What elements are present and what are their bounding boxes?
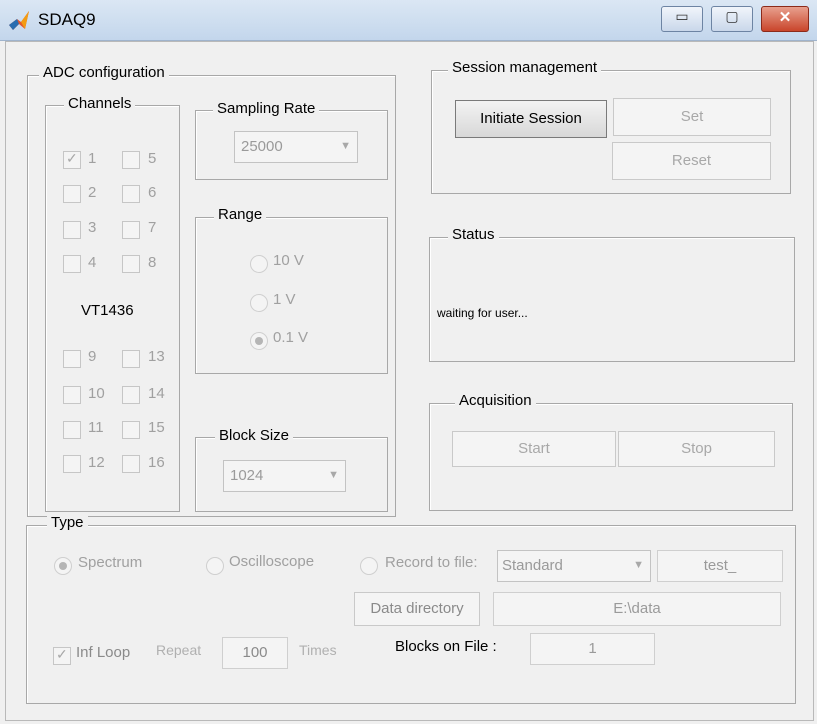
channel-8-checkbox[interactable] bbox=[122, 255, 140, 273]
range-1v-label: 1 V bbox=[273, 291, 296, 308]
maximize-button[interactable]: ▢ bbox=[711, 6, 753, 32]
maximize-icon: ▢ bbox=[725, 8, 739, 24]
blocks-on-file-input[interactable]: 1 bbox=[530, 633, 655, 665]
status-legend: Status bbox=[448, 226, 499, 243]
channel-14-checkbox[interactable] bbox=[122, 386, 140, 404]
channel-6-label: 6 bbox=[148, 184, 157, 201]
channel-3-label: 3 bbox=[88, 219, 97, 236]
channel-7-checkbox[interactable] bbox=[122, 221, 140, 239]
channel-13-label: 13 bbox=[148, 348, 165, 365]
minimize-button[interactable]: ▭ bbox=[661, 6, 703, 32]
channel-4-label: 4 bbox=[88, 254, 97, 271]
channel-14-label: 14 bbox=[148, 385, 165, 402]
channel-1-label: 1 bbox=[88, 150, 97, 167]
data-directory-input[interactable]: E:\data bbox=[493, 592, 781, 626]
channel-15-label: 15 bbox=[148, 419, 165, 436]
dropdown-arrow-icon: ▼ bbox=[340, 140, 351, 152]
channel-8-label: 8 bbox=[148, 254, 157, 271]
file-prefix-input[interactable]: test_ bbox=[657, 550, 783, 582]
block-size-value: 1024 bbox=[230, 467, 264, 484]
record-format-select[interactable]: Standard ▼ bbox=[497, 550, 651, 582]
board-label: VT1436 bbox=[81, 302, 134, 319]
range-0-1v-label: 0.1 V bbox=[273, 329, 309, 346]
times-label: Times bbox=[299, 642, 337, 658]
record-format-value: Standard bbox=[502, 557, 563, 574]
channel-5-label: 5 bbox=[148, 150, 157, 167]
initiate-session-button[interactable]: Initiate Session bbox=[455, 100, 607, 138]
channel-9-label: 9 bbox=[88, 348, 97, 365]
channel-12-checkbox[interactable] bbox=[63, 455, 81, 473]
start-button[interactable]: Start bbox=[452, 431, 616, 467]
app-window: SDAQ9 ▭ ▢ ✕ ADC configuration Channels 1… bbox=[0, 0, 817, 724]
range-1v-radio[interactable] bbox=[250, 294, 268, 312]
oscilloscope-label: Oscilloscope bbox=[229, 553, 315, 570]
oscilloscope-radio[interactable] bbox=[206, 557, 224, 575]
range-10v-radio[interactable] bbox=[250, 255, 268, 273]
channel-9-checkbox[interactable] bbox=[63, 350, 81, 368]
channel-10-label: 10 bbox=[88, 385, 105, 402]
block-size-legend: Block Size bbox=[215, 427, 294, 444]
set-button[interactable]: Set bbox=[613, 98, 771, 136]
close-icon: ✕ bbox=[778, 9, 792, 26]
close-button[interactable]: ✕ bbox=[761, 6, 809, 32]
window-title: SDAQ9 bbox=[38, 10, 96, 29]
block-size-select[interactable]: 1024 ▼ bbox=[223, 460, 346, 492]
dropdown-arrow-icon: ▼ bbox=[633, 559, 644, 571]
data-directory-button[interactable]: Data directory bbox=[354, 592, 480, 626]
channel-7-label: 7 bbox=[148, 219, 157, 236]
dropdown-arrow-icon: ▼ bbox=[328, 469, 339, 481]
channel-11-label: 11 bbox=[88, 419, 104, 436]
channel-15-checkbox[interactable] bbox=[122, 421, 140, 439]
channel-12-label: 12 bbox=[88, 454, 105, 471]
title-bar: SDAQ9 ▭ ▢ ✕ bbox=[0, 0, 817, 41]
acquisition-legend: Acquisition bbox=[455, 392, 536, 409]
range-legend: Range bbox=[214, 206, 267, 223]
session-management-legend: Session management bbox=[448, 59, 602, 76]
blocks-on-file-label: Blocks on File : bbox=[395, 638, 497, 655]
channel-11-checkbox[interactable] bbox=[63, 421, 81, 439]
inf-loop-checkbox[interactable] bbox=[53, 646, 71, 665]
channel-2-checkbox[interactable] bbox=[63, 185, 81, 203]
channel-3-checkbox[interactable] bbox=[63, 221, 81, 239]
stop-button[interactable]: Stop bbox=[618, 431, 775, 467]
channel-5-checkbox[interactable] bbox=[122, 151, 140, 169]
sampling-rate-value: 25000 bbox=[241, 138, 283, 155]
channel-6-checkbox[interactable] bbox=[122, 185, 140, 203]
spectrum-radio[interactable] bbox=[54, 557, 72, 575]
spectrum-label: Spectrum bbox=[78, 554, 143, 571]
record-to-file-radio[interactable] bbox=[360, 557, 378, 575]
channel-16-checkbox[interactable] bbox=[122, 455, 140, 473]
sampling-rate-legend: Sampling Rate bbox=[213, 100, 320, 117]
repeat-label: Repeat bbox=[156, 642, 202, 658]
matlab-icon bbox=[9, 11, 29, 30]
range-0-1v-radio[interactable] bbox=[250, 332, 268, 350]
type-legend: Type bbox=[47, 514, 88, 531]
channel-4-checkbox[interactable] bbox=[63, 255, 81, 273]
reset-button[interactable]: Reset bbox=[612, 142, 771, 180]
status-panel bbox=[429, 237, 795, 362]
record-to-file-label: Record to file: bbox=[385, 554, 478, 571]
range-10v-label: 10 V bbox=[273, 252, 304, 269]
channel-16-label: 16 bbox=[148, 454, 165, 471]
repeat-count-input[interactable]: 100 bbox=[222, 637, 288, 669]
channel-13-checkbox[interactable] bbox=[122, 350, 140, 368]
adc-configuration-legend: ADC configuration bbox=[39, 64, 169, 81]
channel-1-checkbox[interactable] bbox=[63, 150, 81, 169]
inf-loop-label: Inf Loop bbox=[76, 644, 131, 661]
channel-2-label: 2 bbox=[88, 184, 97, 201]
channels-legend: Channels bbox=[64, 95, 136, 112]
channel-10-checkbox[interactable] bbox=[63, 386, 81, 404]
minimize-icon: ▭ bbox=[675, 8, 689, 24]
status-message: waiting for user... bbox=[437, 306, 528, 320]
sampling-rate-select[interactable]: 25000 ▼ bbox=[234, 131, 358, 163]
